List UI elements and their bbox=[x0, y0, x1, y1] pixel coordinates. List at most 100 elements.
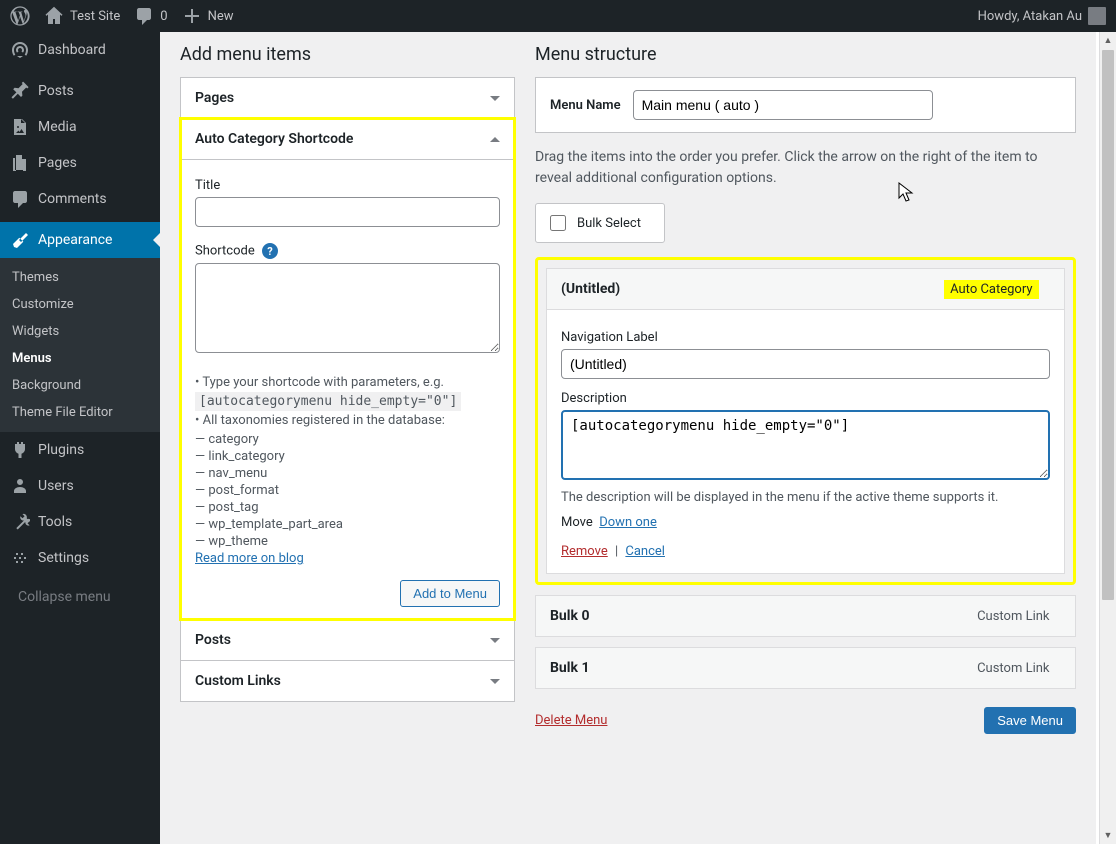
bulk-select-checkbox[interactable] bbox=[550, 215, 566, 231]
remove-link[interactable]: Remove bbox=[561, 544, 608, 559]
admin-sidebar: Dashboard Posts Media Pages Comments App… bbox=[0, 32, 160, 844]
taxonomy-item: — post_tag bbox=[195, 500, 500, 515]
howdy-link[interactable]: Howdy, Atakan Au bbox=[978, 7, 1106, 25]
navigation-label-input[interactable] bbox=[561, 349, 1050, 379]
menu-items-container: (Untitled) Auto Category Navigation Labe… bbox=[535, 257, 1076, 585]
submenu-menus[interactable]: Menus bbox=[0, 345, 160, 372]
sidebar-item-label: Tools bbox=[38, 514, 72, 530]
metabox-custom-links-title: Custom Links bbox=[195, 673, 281, 689]
read-more-link[interactable]: Read more on blog bbox=[195, 551, 304, 566]
hint-code: [autocategorymenu hide_empty="0"] bbox=[195, 392, 461, 411]
help-icon[interactable]: ? bbox=[262, 243, 278, 259]
sidebar-item-settings[interactable]: Settings bbox=[0, 540, 160, 576]
metabox-auto-category-shortcode: Auto Category Shortcode Title Shortcode … bbox=[180, 118, 515, 620]
menu-item-bulk-1[interactable]: Bulk 1 Custom Link bbox=[535, 647, 1076, 689]
sidebar-item-tools[interactable]: Tools bbox=[0, 504, 160, 540]
comment-icon bbox=[134, 6, 154, 26]
move-down-one-link[interactable]: Down one bbox=[599, 515, 657, 530]
submenu-themes[interactable]: Themes bbox=[0, 264, 160, 291]
scrollbar-down-icon[interactable]: ▼ bbox=[1100, 827, 1116, 844]
metabox-acs-title: Auto Category Shortcode bbox=[195, 131, 353, 147]
menu-item-type: Custom Link bbox=[977, 661, 1049, 676]
sidebar-item-appearance[interactable]: Appearance bbox=[0, 222, 160, 258]
new-label: New bbox=[208, 9, 234, 24]
menu-footer: Delete Menu Save Menu bbox=[535, 707, 1076, 734]
sidebar-item-label: Settings bbox=[38, 550, 89, 566]
chevron-down-icon bbox=[490, 96, 500, 101]
sidebar-item-users[interactable]: Users bbox=[0, 468, 160, 504]
submenu-theme-file-editor[interactable]: Theme File Editor bbox=[0, 399, 160, 426]
taxonomy-item: — wp_theme bbox=[195, 534, 500, 549]
new-link[interactable]: New bbox=[182, 6, 234, 26]
shortcode-label: Shortcode ? bbox=[195, 243, 500, 259]
menu-item-bulk-0[interactable]: Bulk 0 Custom Link bbox=[535, 595, 1076, 637]
howdy-text: Howdy, Atakan Au bbox=[978, 9, 1082, 24]
menu-item-title: Bulk 0 bbox=[550, 608, 589, 624]
hint-text-2: • All taxonomies registered in the datab… bbox=[195, 413, 500, 428]
submenu-widgets[interactable]: Widgets bbox=[0, 318, 160, 345]
menu-item-handle-untitled[interactable]: (Untitled) Auto Category bbox=[546, 268, 1065, 310]
wp-logo[interactable] bbox=[10, 6, 30, 26]
metabox-posts-title: Posts bbox=[195, 632, 231, 648]
scrollbar-up-icon[interactable]: ▲ bbox=[1100, 32, 1116, 49]
metabox-posts-toggle[interactable]: Posts bbox=[181, 620, 514, 660]
taxonomy-item: — wp_template_part_area bbox=[195, 517, 500, 532]
settings-icon bbox=[10, 548, 30, 568]
instructions-text: Drag the items into the order you prefer… bbox=[535, 147, 1076, 189]
appearance-submenu: Themes Customize Widgets Menus Backgroun… bbox=[0, 258, 160, 432]
collapse-menu-button[interactable]: Collapse menu bbox=[0, 581, 160, 613]
title-input[interactable] bbox=[195, 197, 500, 227]
chevron-up-icon bbox=[490, 137, 500, 142]
metabox-acs-toggle[interactable]: Auto Category Shortcode bbox=[181, 119, 514, 159]
scrollbar-thumb[interactable] bbox=[1102, 50, 1114, 600]
taxonomy-item: — category bbox=[195, 432, 500, 447]
sidebar-item-label: Posts bbox=[38, 83, 74, 99]
comments-link[interactable]: 0 bbox=[134, 6, 167, 26]
menu-item-title: Bulk 1 bbox=[550, 660, 589, 676]
menu-item-title: (Untitled) bbox=[561, 281, 620, 297]
cancel-link[interactable]: Cancel bbox=[625, 544, 665, 559]
add-to-menu-button[interactable]: Add to Menu bbox=[400, 580, 500, 607]
sidebar-item-comments[interactable]: Comments bbox=[0, 181, 160, 217]
admin-bar: Test Site 0 New Howdy, Atakan Au bbox=[0, 0, 1116, 32]
sidebar-item-dashboard[interactable]: Dashboard bbox=[0, 32, 160, 68]
menu-name-label: Menu Name bbox=[550, 98, 621, 113]
description-textarea[interactable]: [autocategorymenu hide_empty="0"] bbox=[561, 410, 1050, 480]
menu-structure-heading: Menu structure bbox=[535, 44, 1076, 65]
sidebar-item-plugins[interactable]: Plugins bbox=[0, 432, 160, 468]
pin-icon bbox=[10, 81, 30, 101]
description-hint: The description will be displayed in the… bbox=[561, 490, 1050, 505]
sidebar-item-label: Media bbox=[38, 119, 77, 135]
shortcode-textarea[interactable] bbox=[195, 263, 500, 353]
menu-item-type-badge: Auto Category bbox=[944, 280, 1038, 299]
site-link[interactable]: Test Site bbox=[44, 6, 120, 26]
site-name: Test Site bbox=[70, 9, 120, 24]
page-icon bbox=[10, 153, 30, 173]
browser-scrollbar[interactable]: ▲ ▼ bbox=[1099, 32, 1116, 844]
bulk-select-toggle[interactable]: Bulk Select bbox=[535, 203, 665, 243]
menu-name-input[interactable] bbox=[633, 90, 933, 120]
media-icon bbox=[10, 117, 30, 137]
bulk-select-label: Bulk Select bbox=[577, 216, 641, 231]
comments-count: 0 bbox=[160, 9, 167, 24]
sidebar-item-media[interactable]: Media bbox=[0, 109, 160, 145]
metabox-posts: Posts bbox=[180, 619, 515, 661]
metabox-custom-links-toggle[interactable]: Custom Links bbox=[181, 661, 514, 701]
submenu-customize[interactable]: Customize bbox=[0, 291, 160, 318]
home-icon bbox=[44, 6, 64, 26]
avatar bbox=[1088, 7, 1106, 25]
sidebar-item-label: Pages bbox=[38, 155, 77, 171]
hint-text: • Type your shortcode with parameters, e… bbox=[195, 375, 500, 390]
menu-item-type: Custom Link bbox=[977, 609, 1049, 624]
navigation-label-label: Navigation Label bbox=[561, 330, 1050, 345]
save-menu-button[interactable]: Save Menu bbox=[984, 707, 1076, 734]
title-label: Title bbox=[195, 178, 500, 193]
plus-icon bbox=[182, 6, 202, 26]
taxonomy-item: — nav_menu bbox=[195, 466, 500, 481]
submenu-background[interactable]: Background bbox=[0, 372, 160, 399]
chevron-down-icon bbox=[490, 638, 500, 643]
sidebar-item-pages[interactable]: Pages bbox=[0, 145, 160, 181]
sidebar-item-posts[interactable]: Posts bbox=[0, 73, 160, 109]
delete-menu-link[interactable]: Delete Menu bbox=[535, 713, 607, 728]
metabox-pages-toggle[interactable]: Pages bbox=[181, 78, 514, 118]
